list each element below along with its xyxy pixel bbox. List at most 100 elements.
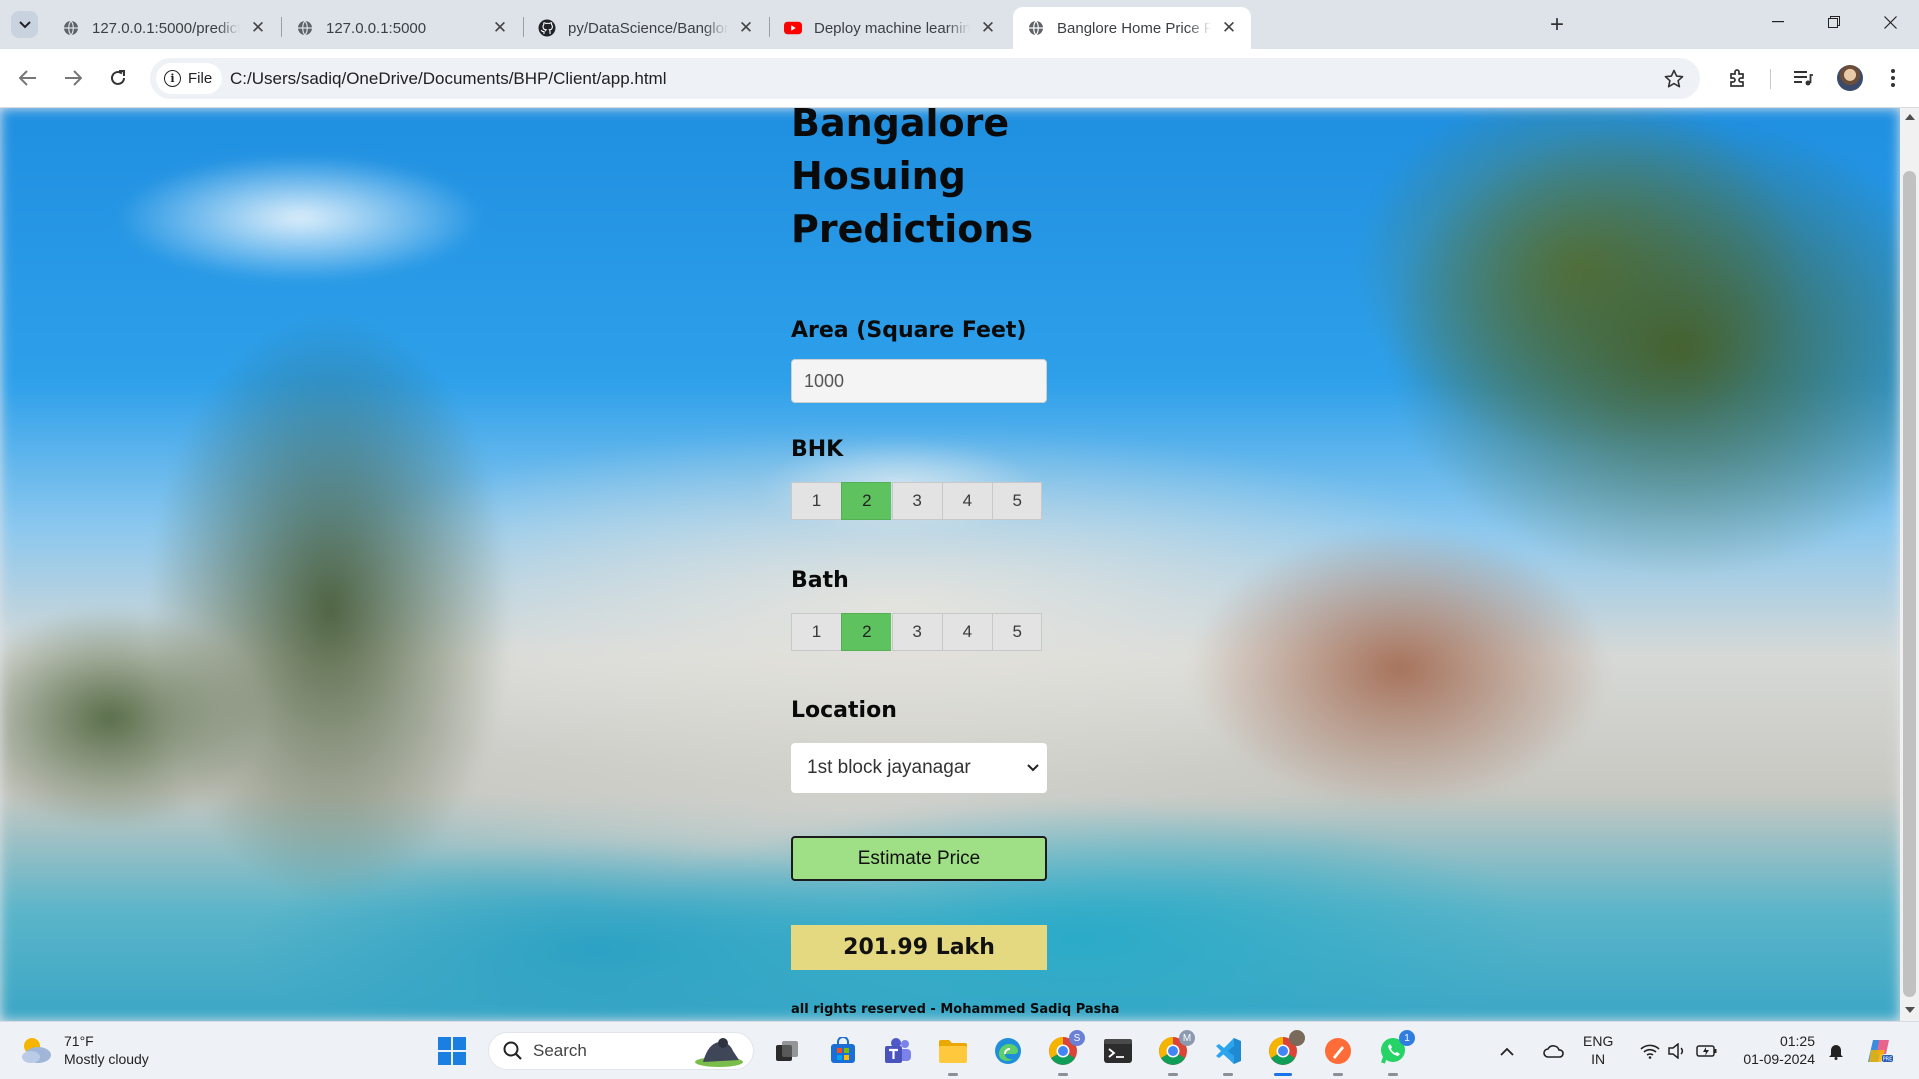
tab-predict-home-price[interactable]: 127.0.0.1:5000/predict_home_price ✕ — [48, 7, 280, 49]
task-view-icon — [776, 1041, 798, 1061]
postman-app[interactable] — [1321, 1034, 1355, 1076]
microsoft-store-app[interactable] — [826, 1034, 860, 1068]
vscode-app[interactable] — [1211, 1034, 1245, 1076]
page-scrollbar[interactable] — [1900, 108, 1919, 1021]
onedrive-tray[interactable] — [1540, 1034, 1568, 1068]
volume-tray[interactable] — [1665, 1034, 1689, 1068]
clock[interactable]: 01:25 01-09-2024 — [1735, 1032, 1815, 1068]
bath-option-2[interactable]: 2 — [841, 613, 892, 651]
bookmark-star-button[interactable] — [1662, 67, 1686, 91]
chevron-down-icon — [18, 20, 31, 28]
weather-condition: Mostly cloudy — [64, 1051, 149, 1067]
bhk-option-3[interactable]: 3 — [891, 482, 942, 520]
puzzle-icon — [1730, 69, 1744, 87]
scroll-down-arrow[interactable] — [1905, 1007, 1915, 1013]
copilot-icon: PRE — [1868, 1040, 1893, 1063]
globe-icon — [62, 19, 80, 37]
tab-banglore-home-price[interactable]: Banglore Home Price Prediction ✕ — [1013, 7, 1251, 49]
scroll-up-arrow[interactable] — [1905, 114, 1915, 120]
copyright-footer: all rights reserved - Mohammed Sadiq Pas… — [791, 1002, 1120, 1017]
terminal-icon — [1104, 1039, 1132, 1063]
taskbar-search-placeholder: Search — [533, 1041, 587, 1060]
notification-badge: 1 — [1399, 1030, 1415, 1046]
minimize-icon — [1772, 21, 1784, 23]
new-tab-button[interactable]: + — [1543, 11, 1571, 39]
minimize-button[interactable] — [1750, 0, 1806, 44]
language-line-1: ENG — [1583, 1033, 1614, 1049]
store-icon — [831, 1037, 855, 1063]
chrome-profile-m-app[interactable]: M — [1156, 1030, 1195, 1076]
profile-avatar[interactable] — [1837, 65, 1863, 91]
reload-button[interactable] — [103, 63, 133, 93]
tab-localhost[interactable]: 127.0.0.1:5000 ✕ — [282, 7, 522, 49]
start-button[interactable] — [435, 1034, 469, 1068]
estimate-price-button[interactable]: Estimate Price — [791, 836, 1047, 881]
copilot-button[interactable]: PRE — [1862, 1034, 1896, 1068]
chrome-active-app[interactable] — [1266, 1030, 1305, 1076]
teams-icon — [885, 1038, 911, 1063]
taskbar-search[interactable]: Search — [488, 1032, 754, 1070]
area-input[interactable]: 1000 — [791, 359, 1047, 403]
bhk-label: BHK — [791, 437, 844, 462]
site-info-label: File — [188, 70, 213, 87]
tab-strip: 127.0.0.1:5000/predict_home_price ✕ 127.… — [0, 0, 1919, 49]
bath-option-3[interactable]: 3 — [891, 613, 942, 651]
forward-button[interactable] — [58, 63, 88, 93]
tab-search-button[interactable] — [11, 11, 38, 38]
file-explorer-app[interactable] — [936, 1034, 970, 1076]
running-indicator — [1274, 1073, 1292, 1076]
edge-app[interactable] — [991, 1034, 1025, 1068]
tab-youtube[interactable]: Deploy machine learning model ✕ — [770, 7, 1010, 49]
restore-button[interactable] — [1806, 0, 1862, 44]
running-indicator — [1168, 1073, 1178, 1076]
close-icon[interactable]: ✕ — [1219, 18, 1239, 38]
browser-toolbar: i File C:/Users/sadiq/OneDrive/Documents… — [0, 49, 1919, 108]
chrome-menu-button[interactable] — [1880, 65, 1906, 91]
bhk-option-2[interactable]: 2 — [841, 482, 892, 520]
close-icon[interactable]: ✕ — [248, 18, 268, 38]
location-select[interactable]: 1st block jayanagar — [791, 743, 1047, 793]
whatsapp-app[interactable]: 1 — [1376, 1030, 1415, 1076]
close-icon[interactable]: ✕ — [978, 18, 998, 38]
profile-badge: M — [1179, 1030, 1195, 1046]
language-indicator[interactable]: ENG IN — [1583, 1032, 1613, 1068]
speaker-icon — [1668, 1043, 1684, 1059]
task-view-button[interactable] — [770, 1034, 804, 1068]
profile-badge: S — [1069, 1030, 1085, 1046]
bhk-option-5[interactable]: 5 — [992, 482, 1043, 520]
search-icon — [503, 1041, 522, 1060]
notifications-button[interactable] — [1823, 1034, 1849, 1068]
wifi-tray[interactable] — [1638, 1034, 1662, 1068]
media-controls-button[interactable] — [1790, 65, 1816, 91]
teams-app[interactable] — [881, 1034, 915, 1068]
windows-logo-icon — [438, 1037, 466, 1065]
terminal-app[interactable] — [1101, 1034, 1135, 1068]
url-text[interactable]: C:/Users/sadiq/OneDrive/Documents/BHP/Cl… — [230, 69, 667, 89]
partly-cloudy-icon — [18, 1035, 54, 1065]
tab-title: Banglore Home Price Prediction — [1057, 19, 1211, 37]
address-bar[interactable]: i File C:/Users/sadiq/OneDrive/Documents… — [150, 58, 1700, 99]
back-button[interactable] — [13, 63, 43, 93]
bath-label: Bath — [791, 568, 849, 593]
bell-icon — [1829, 1045, 1843, 1060]
close-icon[interactable]: ✕ — [736, 18, 756, 38]
close-icon — [1883, 15, 1897, 29]
chrome-profile-s-app[interactable]: S — [1046, 1030, 1085, 1076]
tab-github[interactable]: py/DataScience/BangloreHomePrices ✕ — [524, 7, 768, 49]
battery-charging-icon — [1696, 1045, 1717, 1057]
bhk-option-1[interactable]: 1 — [791, 482, 841, 520]
extensions-button[interactable] — [1725, 65, 1751, 91]
site-info-chip[interactable]: i File — [156, 63, 223, 94]
close-icon[interactable]: ✕ — [490, 18, 510, 38]
close-window-button[interactable] — [1862, 0, 1918, 44]
show-hidden-icons-button[interactable] — [1496, 1034, 1518, 1068]
bath-option-4[interactable]: 4 — [941, 613, 992, 651]
weather-temp: 71°F — [64, 1033, 94, 1049]
bath-option-1[interactable]: 1 — [791, 613, 841, 651]
battery-tray[interactable] — [1694, 1034, 1720, 1068]
cloud-icon — [1543, 1045, 1564, 1058]
weather-widget[interactable]: 71°F Mostly cloudy — [18, 1032, 149, 1068]
scroll-thumb[interactable] — [1903, 171, 1916, 997]
bath-option-5[interactable]: 5 — [992, 613, 1043, 651]
bhk-option-4[interactable]: 4 — [941, 482, 992, 520]
